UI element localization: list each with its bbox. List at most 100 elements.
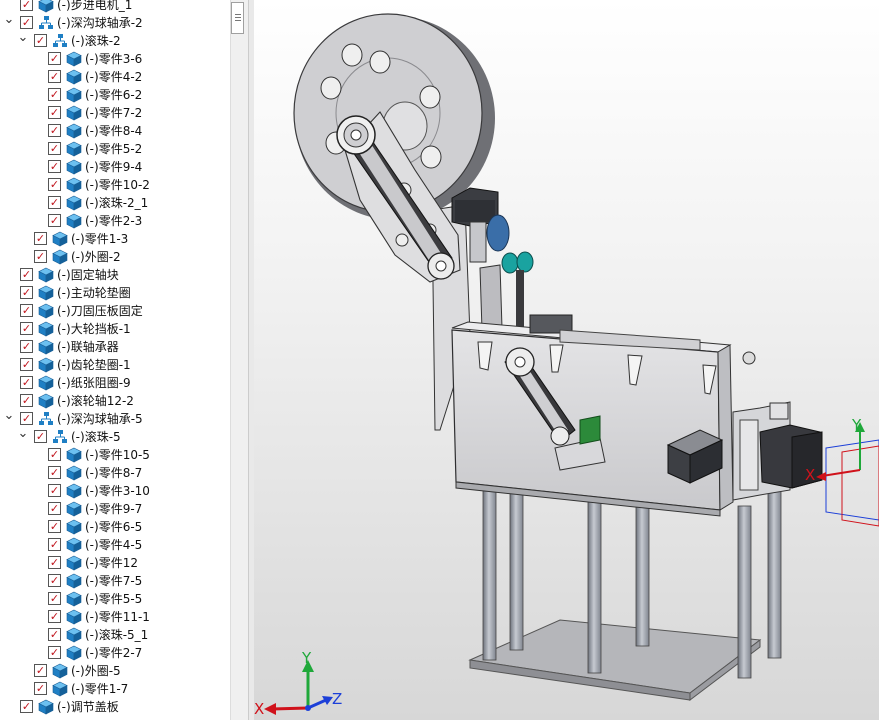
tree-item[interactable]: ✓ (-)零件4-5 (0, 536, 230, 554)
tree-item[interactable]: ✓ (-)主动轮垫圈 (0, 284, 230, 302)
visibility-checkbox[interactable]: ✓ (20, 700, 33, 713)
visibility-checkbox[interactable]: ✓ (20, 394, 33, 407)
tree-item[interactable]: ✓ (-)调节盖板 (0, 698, 230, 716)
visibility-checkbox[interactable]: ✓ (48, 484, 61, 497)
visibility-checkbox[interactable]: ✓ (34, 682, 47, 695)
tree-item[interactable]: ⌄ ✓ (-)深沟球轴承-5 (0, 407, 230, 428)
tree-item-label: (-)零件11-1 (85, 610, 150, 624)
visibility-checkbox[interactable]: ✓ (48, 214, 61, 227)
part-cube-icon (38, 375, 54, 391)
visibility-checkbox[interactable]: ✓ (20, 268, 33, 281)
tree-item[interactable]: ✓ (-)刀固压板固定 (0, 302, 230, 320)
part-cube-icon (66, 645, 82, 661)
tree-item[interactable]: ✓ (-)零件6-5 (0, 518, 230, 536)
visibility-checkbox[interactable]: ✓ (20, 340, 33, 353)
visibility-checkbox[interactable]: ✓ (48, 160, 61, 173)
tree-item[interactable]: ✓ (-)零件7-2 (0, 104, 230, 122)
visibility-checkbox[interactable]: ✓ (48, 538, 61, 551)
expand-chevron-icon[interactable]: ⌄ (2, 407, 16, 423)
tree-item[interactable]: ✓ (-)零件2-7 (0, 644, 230, 662)
visibility-checkbox[interactable]: ✓ (20, 358, 33, 371)
tree-item[interactable]: ✓ (-)零件4-2 (0, 68, 230, 86)
visibility-checkbox[interactable]: ✓ (48, 466, 61, 479)
tree-item[interactable]: ✓ (-)纸张阻圈-9 (0, 374, 230, 392)
visibility-checkbox[interactable]: ✓ (20, 376, 33, 389)
visibility-checkbox[interactable]: ✓ (48, 502, 61, 515)
tree-scrollbar[interactable] (230, 0, 249, 720)
tree-item[interactable]: ✓ (-)零件5-2 (0, 140, 230, 158)
tree-item[interactable]: ✓ (-)零件10-5 (0, 446, 230, 464)
visibility-checkbox[interactable]: ✓ (48, 178, 61, 191)
visibility-checkbox[interactable]: ✓ (48, 52, 61, 65)
part-cube-icon (66, 591, 82, 607)
visibility-checkbox[interactable]: ✓ (48, 448, 61, 461)
graphics-viewport[interactable]: Y X Y X Z (254, 0, 879, 720)
tree-item[interactable]: ✓ (-)零件2-3 (0, 212, 230, 230)
expand-chevron-icon[interactable]: ⌄ (16, 29, 30, 45)
visibility-checkbox[interactable]: ✓ (48, 106, 61, 119)
visibility-checkbox[interactable]: ✓ (34, 34, 47, 47)
tree-item[interactable]: ✓ (-)零件6-2 (0, 86, 230, 104)
visibility-checkbox[interactable]: ✓ (34, 664, 47, 677)
axis-x-label: X (254, 700, 264, 718)
part-axis-y-label: Y (851, 416, 862, 434)
assembly-icon (38, 411, 54, 427)
visibility-checkbox[interactable]: ✓ (48, 88, 61, 101)
visibility-checkbox[interactable]: ✓ (48, 646, 61, 659)
visibility-checkbox[interactable]: ✓ (48, 628, 61, 641)
tree-item[interactable]: ✓ (-)滚珠-2_1 (0, 194, 230, 212)
tree-item[interactable]: ✓ (-)零件5-5 (0, 590, 230, 608)
visibility-checkbox[interactable]: ✓ (34, 250, 47, 263)
visibility-checkbox[interactable]: ✓ (48, 520, 61, 533)
tree-item[interactable]: ✓ (-)外圈-2 (0, 248, 230, 266)
visibility-checkbox[interactable]: ✓ (20, 322, 33, 335)
visibility-checkbox[interactable]: ✓ (48, 70, 61, 83)
visibility-checkbox[interactable]: ✓ (20, 16, 33, 29)
visibility-checkbox[interactable]: ✓ (20, 304, 33, 317)
tree-item[interactable]: ✓ (-)外圈-5 (0, 662, 230, 680)
tree-item[interactable]: ✓ (-)零件12 (0, 554, 230, 572)
tree-item[interactable]: ✓ (-)齿轮垫圈-1 (0, 356, 230, 374)
tree-item[interactable]: ✓ (-)固定轴块 (0, 266, 230, 284)
visibility-checkbox[interactable]: ✓ (48, 196, 61, 209)
tree-item[interactable]: ✓ (-)零件8-7 (0, 464, 230, 482)
expand-chevron-icon[interactable]: ⌄ (16, 425, 30, 441)
tree-item-label: (-)滚珠-2_1 (85, 196, 149, 210)
tree-item[interactable]: ✓ (-)滚轮轴12-2 (0, 392, 230, 410)
tree-item[interactable]: ✓ (-)联轴承器 (0, 338, 230, 356)
tree-item[interactable]: ✓ (-)步进电机_1 (0, 0, 230, 14)
visibility-checkbox[interactable]: ✓ (48, 574, 61, 587)
visibility-checkbox[interactable]: ✓ (48, 592, 61, 605)
visibility-checkbox[interactable]: ✓ (48, 610, 61, 623)
tree-item[interactable]: ✓ (-)零件9-4 (0, 158, 230, 176)
tree-item[interactable]: ⌄ ✓ (-)滚珠-2 (0, 29, 230, 50)
tree-item-label: (-)联轴承器 (57, 340, 119, 354)
model-3d-view[interactable]: Y X Y X Z (254, 0, 879, 720)
part-cube-icon (66, 87, 82, 103)
tree-item[interactable]: ✓ (-)零件3-6 (0, 50, 230, 68)
axis-y-label: Y (301, 649, 312, 667)
visibility-checkbox[interactable]: ✓ (34, 430, 47, 443)
tree-item[interactable]: ✓ (-)零件1-3 (0, 230, 230, 248)
tree-item[interactable]: ✓ (-)零件11-1 (0, 608, 230, 626)
scrollbar-thumb[interactable] (231, 2, 244, 34)
tree-item[interactable]: ⌄ ✓ (-)深沟球轴承-2 (0, 11, 230, 32)
part-cube-icon (66, 447, 82, 463)
visibility-checkbox[interactable]: ✓ (20, 286, 33, 299)
visibility-checkbox[interactable]: ✓ (48, 124, 61, 137)
tree-item[interactable]: ✓ (-)零件9-7 (0, 500, 230, 518)
visibility-checkbox[interactable]: ✓ (20, 412, 33, 425)
tree-item[interactable]: ✓ (-)大轮挡板-1 (0, 320, 230, 338)
tree-item[interactable]: ✓ (-)零件1-7 (0, 680, 230, 698)
tree-item[interactable]: ✓ (-)零件3-10 (0, 482, 230, 500)
tree-item[interactable]: ✓ (-)零件8-4 (0, 122, 230, 140)
visibility-checkbox[interactable]: ✓ (20, 0, 33, 11)
tree-item[interactable]: ✓ (-)零件7-5 (0, 572, 230, 590)
expand-chevron-icon[interactable]: ⌄ (2, 11, 16, 27)
visibility-checkbox[interactable]: ✓ (48, 142, 61, 155)
tree-item[interactable]: ✓ (-)零件10-2 (0, 176, 230, 194)
visibility-checkbox[interactable]: ✓ (48, 556, 61, 569)
tree-item[interactable]: ⌄ ✓ (-)滚珠-5 (0, 425, 230, 446)
tree-item[interactable]: ✓ (-)滚珠-5_1 (0, 626, 230, 644)
visibility-checkbox[interactable]: ✓ (34, 232, 47, 245)
